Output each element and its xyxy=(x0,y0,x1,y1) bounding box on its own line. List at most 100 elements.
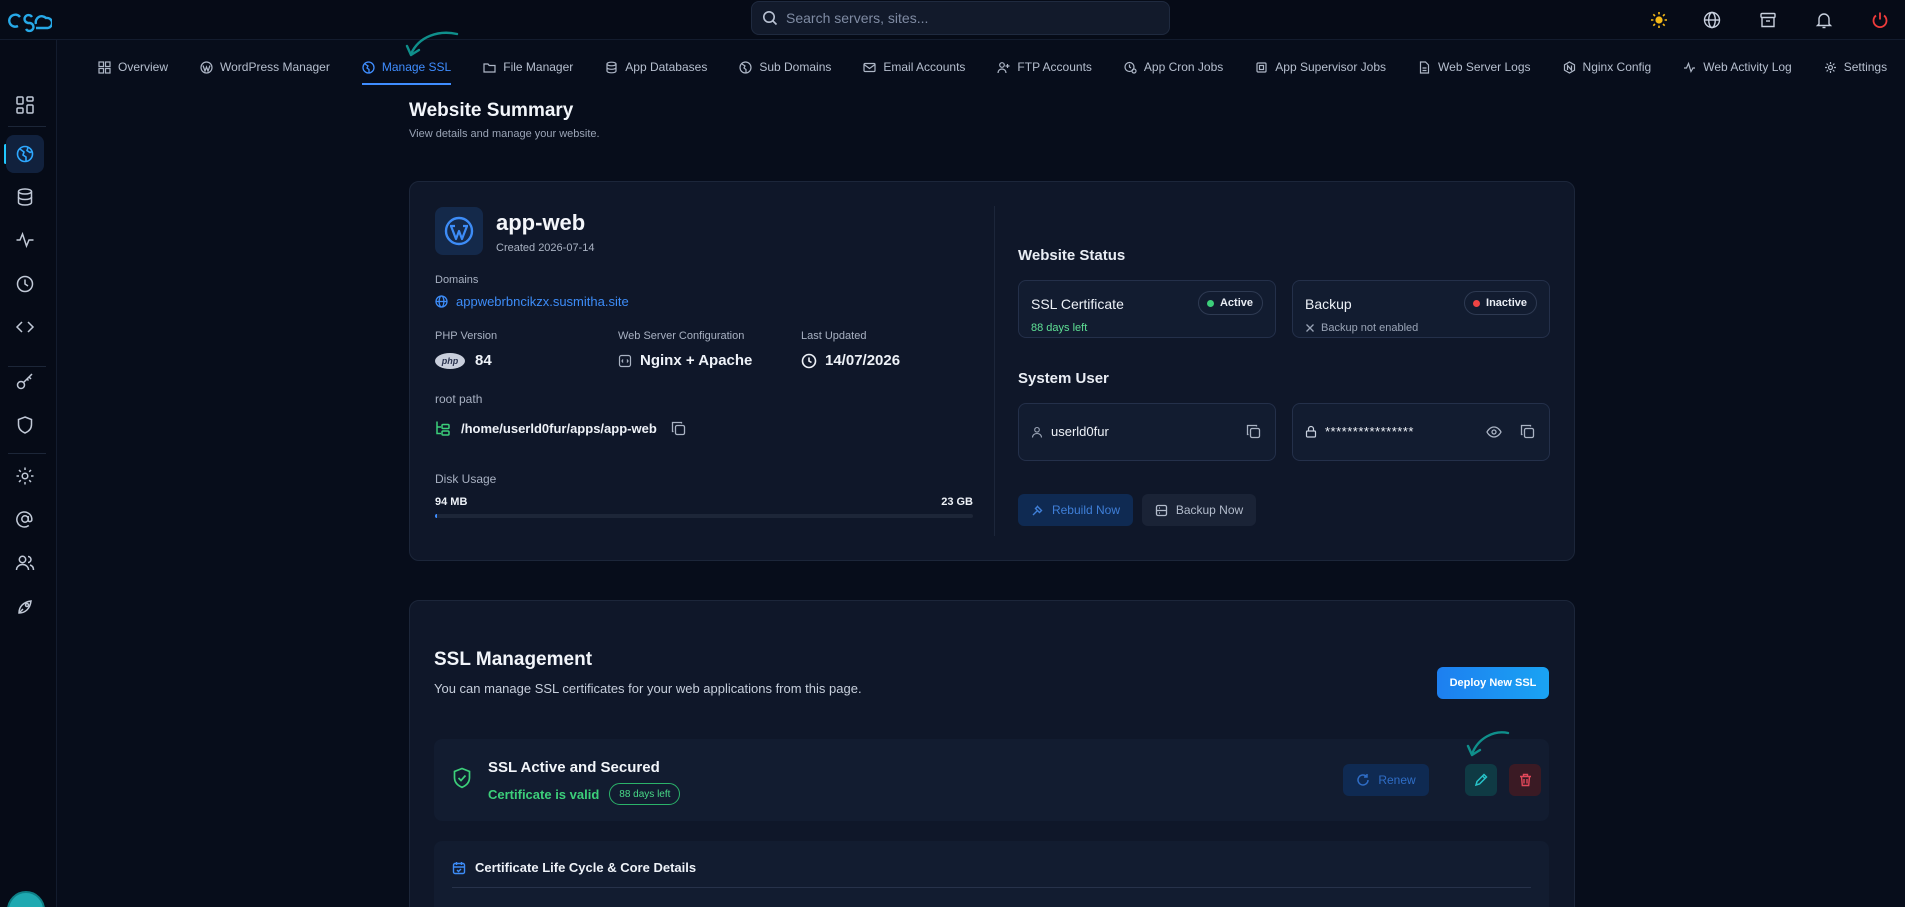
tab-ftp-accounts[interactable]: FTP Accounts xyxy=(997,55,1092,79)
tab-settings[interactable]: Settings xyxy=(1824,55,1887,79)
code-icon[interactable] xyxy=(6,308,44,346)
root-path-label: root path xyxy=(435,392,483,406)
tab-wordpress-manager[interactable]: WordPress Manager xyxy=(200,55,330,79)
ssl-management-card: SSL Management You can manage SSL certif… xyxy=(409,600,1575,907)
disk-usage-values: 94 MB 23 GB xyxy=(435,496,973,508)
power-icon[interactable] xyxy=(1868,8,1892,32)
refresh-icon xyxy=(1357,774,1370,786)
copy-icon[interactable] xyxy=(1520,424,1535,439)
user-plus-icon xyxy=(997,61,1010,73)
backup-now-button[interactable]: Backup Now xyxy=(1142,494,1256,526)
at-sign-icon[interactable] xyxy=(6,500,44,538)
shield-icon[interactable] xyxy=(6,406,44,444)
delete-ssl-button[interactable] xyxy=(1509,764,1541,796)
nginx-icon xyxy=(1563,60,1575,74)
disk-usage-fill xyxy=(435,514,438,518)
globe-icon xyxy=(739,60,752,74)
websites-globe-icon[interactable] xyxy=(6,135,44,173)
clock-icon[interactable] xyxy=(6,265,44,303)
users-icon[interactable] xyxy=(6,544,44,582)
wordpress-icon xyxy=(200,60,213,74)
tab-file-manager[interactable]: File Manager xyxy=(483,55,573,79)
disk-usage-bar xyxy=(435,514,973,518)
deploy-new-ssl-button[interactable]: Deploy New SSL xyxy=(1437,667,1549,699)
file-icon xyxy=(1419,60,1430,74)
ssl-certificate-status: SSL Certificate Active 88 days left xyxy=(1018,280,1276,338)
hammer-icon xyxy=(1032,505,1043,515)
shield-check-icon xyxy=(453,767,471,789)
theme-toggle-sun-icon[interactable] xyxy=(1647,8,1671,32)
status-badge: Inactive xyxy=(1464,291,1537,315)
top-bar xyxy=(0,0,1905,40)
ssl-management-subtitle: You can manage SSL certificates for your… xyxy=(434,681,862,696)
server-config-icon xyxy=(618,354,632,367)
card-divider xyxy=(994,206,995,536)
domains-label: Domains xyxy=(435,274,479,286)
last-updated-label: Last Updated xyxy=(801,330,867,342)
key-icon[interactable] xyxy=(6,362,44,400)
trash-icon xyxy=(1519,773,1531,787)
tab-web-activity-log[interactable]: Web Activity Log xyxy=(1683,55,1792,79)
website-summary-card: app-web Created 2026-07-14 Domains appwe… xyxy=(409,181,1575,561)
root-path: /home/userld0fur/apps/app-web xyxy=(435,420,686,436)
app-name: app-web xyxy=(496,210,586,235)
system-user-title: System User xyxy=(1018,370,1109,387)
tab-app-cron-jobs[interactable]: App Cron Jobs xyxy=(1124,55,1223,79)
disk-usage-label: Disk Usage xyxy=(435,472,497,486)
tab-sub-domains[interactable]: Sub Domains xyxy=(739,55,831,79)
gear-icon[interactable] xyxy=(6,457,44,495)
eye-icon[interactable] xyxy=(1486,425,1502,439)
annotation-arrow-icon xyxy=(1466,731,1510,757)
avatar[interactable] xyxy=(7,891,45,907)
backup-note: Backup not enabled xyxy=(1305,322,1418,334)
web-server-value: Nginx + Apache xyxy=(618,352,752,369)
backup-status: Backup Inactive Backup not enabled xyxy=(1292,280,1550,338)
disk-used: 94 MB xyxy=(435,496,468,508)
php-icon: php xyxy=(435,352,465,369)
globe-icon[interactable] xyxy=(1700,8,1724,32)
copy-icon[interactable] xyxy=(671,421,686,436)
cpu-icon xyxy=(1256,61,1267,73)
archive-icon[interactable] xyxy=(1756,8,1780,32)
tab-overview[interactable]: Overview xyxy=(98,55,168,79)
backup-icon xyxy=(1155,504,1167,516)
activity-icon[interactable] xyxy=(6,221,44,259)
domain-link[interactable]: appwebrbncikzx.susmitha.site xyxy=(435,294,629,309)
clock-icon xyxy=(801,353,817,368)
rocket-icon[interactable] xyxy=(6,588,44,626)
tab-manage-ssl[interactable]: Manage SSL xyxy=(361,55,452,85)
php-version-label: PHP Version xyxy=(435,330,498,342)
folder-icon xyxy=(483,62,496,73)
rebuild-now-button[interactable]: Rebuild Now xyxy=(1018,494,1133,526)
copy-icon[interactable] xyxy=(1246,424,1261,439)
clock-gear-icon xyxy=(1124,61,1137,74)
tab-app-supervisor-jobs[interactable]: App Supervisor Jobs xyxy=(1255,55,1386,79)
search-icon xyxy=(763,11,778,26)
bell-icon[interactable] xyxy=(1812,8,1836,32)
edit-ssl-button[interactable] xyxy=(1465,764,1497,796)
tab-email-accounts[interactable]: Email Accounts xyxy=(863,55,965,79)
dashboard-icon[interactable] xyxy=(6,86,44,124)
globe-icon xyxy=(435,295,448,308)
disk-total: 23 GB xyxy=(941,496,973,508)
grid-icon xyxy=(98,60,111,74)
tab-app-databases[interactable]: App Databases xyxy=(605,55,707,79)
days-left-badge: 88 days left xyxy=(609,783,681,805)
certificate-lifecycle-panel: Certificate Life Cycle & Core Details xyxy=(434,841,1549,907)
folder-tree-icon xyxy=(436,421,450,436)
database-icon[interactable] xyxy=(6,178,44,216)
tab-nginx-config[interactable]: Nginx Config xyxy=(1563,55,1651,79)
ssl-status-title: SSL Active and Secured xyxy=(488,759,660,776)
annotation-arrow-icon xyxy=(405,31,459,57)
lifecycle-divider xyxy=(452,887,1531,888)
web-server-label: Web Server Configuration xyxy=(618,330,745,342)
renew-button[interactable]: Renew xyxy=(1343,764,1429,796)
activity-icon xyxy=(1684,61,1696,73)
globe-icon xyxy=(362,60,375,74)
app-logo[interactable] xyxy=(8,6,52,34)
search-input[interactable] xyxy=(786,10,1146,26)
global-search[interactable] xyxy=(751,1,1170,35)
tab-web-server-logs[interactable]: Web Server Logs xyxy=(1418,55,1531,79)
database-icon xyxy=(606,61,617,73)
status-badge: Active xyxy=(1197,291,1263,315)
